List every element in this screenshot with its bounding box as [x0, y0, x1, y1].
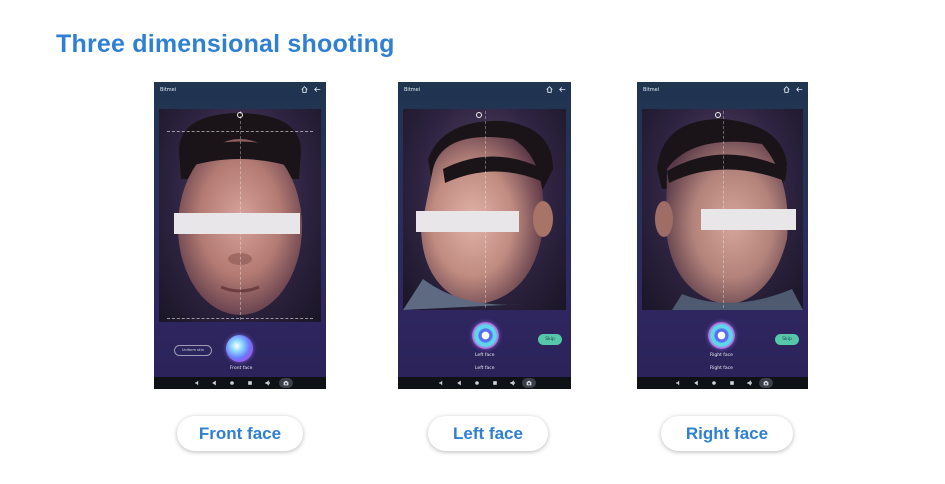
- app-topbar: Bitmei: [637, 82, 808, 100]
- home-circle-icon[interactable]: [474, 380, 480, 386]
- mode-caption: Right face: [710, 366, 733, 371]
- home-circle-icon[interactable]: [711, 380, 717, 386]
- label-right-face: Right face: [661, 416, 793, 451]
- shutter-button[interactable]: [226, 335, 253, 362]
- home-icon[interactable]: [301, 86, 308, 93]
- device-screen-front: Bitmei Uniform skin Front face: [154, 82, 326, 389]
- camera-icon: [763, 380, 769, 386]
- app-topbar: Bitmei: [398, 82, 571, 100]
- volume-up-icon[interactable]: [747, 380, 753, 386]
- guide-line-center: [484, 111, 486, 308]
- skip-button[interactable]: Skip: [775, 334, 799, 345]
- camera-preview: [403, 109, 566, 310]
- brand-logo: Bitmei: [160, 87, 177, 93]
- camera-preview: [159, 109, 321, 322]
- lens-indicator-icon: [237, 112, 243, 118]
- brand-logo: Bitmei: [643, 87, 660, 93]
- home-icon[interactable]: [783, 86, 790, 93]
- volume-up-icon[interactable]: [265, 380, 271, 386]
- shutter-button[interactable]: [708, 322, 735, 349]
- home-icon[interactable]: [546, 86, 553, 93]
- app-topbar: Bitmei: [154, 82, 326, 100]
- capture-caption: Front face: [230, 366, 253, 371]
- mode-caption: Left face: [475, 366, 495, 371]
- capture-caption: Right face: [710, 353, 733, 358]
- lens-indicator-icon: [476, 112, 482, 118]
- recents-icon[interactable]: [492, 380, 498, 386]
- device-screen-right: Bitmei Right face Right face Skip: [637, 82, 808, 389]
- uniform-skin-button[interactable]: Uniform skin: [174, 345, 212, 356]
- back-icon[interactable]: [211, 380, 217, 386]
- back-arrow-icon[interactable]: [314, 86, 321, 93]
- system-navbar: [154, 377, 326, 389]
- label-left-face: Left face: [428, 416, 548, 451]
- system-navbar: [637, 377, 808, 389]
- recents-icon[interactable]: [729, 380, 735, 386]
- recents-icon[interactable]: [247, 380, 253, 386]
- volume-down-icon[interactable]: [194, 380, 200, 386]
- capture-caption: Left face: [475, 353, 495, 358]
- camera-icon: [526, 380, 532, 386]
- camera-icon: [283, 380, 289, 386]
- volume-down-icon[interactable]: [675, 380, 681, 386]
- device-screen-left: Bitmei Left face Left face Skip: [398, 82, 571, 389]
- skip-button[interactable]: Skip: [538, 334, 562, 345]
- camera-preview: [642, 109, 803, 310]
- back-icon[interactable]: [693, 380, 699, 386]
- home-circle-icon[interactable]: [229, 380, 235, 386]
- screenshot-button[interactable]: [279, 378, 293, 388]
- brand-logo: Bitmei: [404, 87, 421, 93]
- privacy-redaction-bar: [174, 213, 300, 234]
- privacy-redaction-bar: [701, 209, 796, 230]
- volume-down-icon[interactable]: [438, 380, 444, 386]
- system-navbar: [398, 377, 571, 389]
- privacy-redaction-bar: [416, 211, 519, 232]
- shutter-button[interactable]: [472, 322, 499, 349]
- back-arrow-icon[interactable]: [796, 86, 803, 93]
- volume-up-icon[interactable]: [510, 380, 516, 386]
- page-title: Three dimensional shooting: [56, 30, 395, 58]
- label-front-face: Front face: [177, 416, 303, 451]
- back-arrow-icon[interactable]: [559, 86, 566, 93]
- back-icon[interactable]: [456, 380, 462, 386]
- screenshot-button[interactable]: [759, 378, 773, 388]
- screenshot-button[interactable]: [522, 378, 536, 388]
- lens-indicator-icon: [715, 112, 721, 118]
